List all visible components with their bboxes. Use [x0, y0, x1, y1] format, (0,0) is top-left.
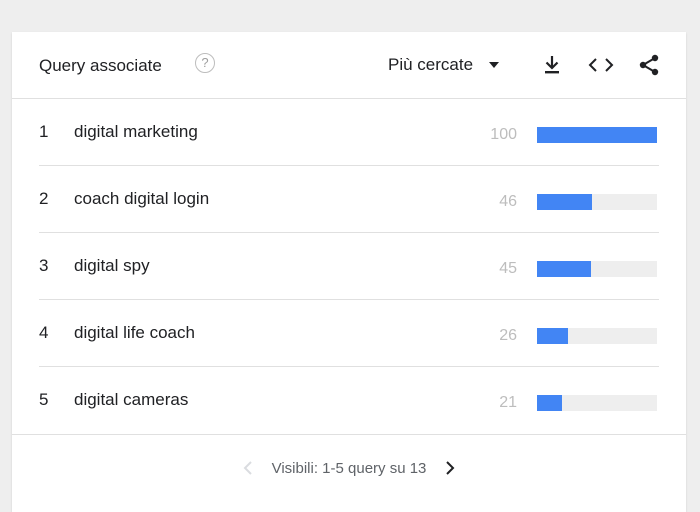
row-bar-track: [537, 261, 657, 277]
related-queries-card: Query associate ? Più cercate 1 digital …: [12, 32, 686, 512]
sort-dropdown-label: Più cercate: [388, 55, 474, 74]
card-title: Query associate: [39, 56, 162, 75]
row-query-link[interactable]: digital spy: [74, 256, 150, 276]
row-bar-fill: [537, 127, 657, 143]
pagination-label: Visibili: 1-5 query su 13: [271, 459, 427, 477]
download-icon: [545, 56, 559, 74]
row-value: 46: [499, 193, 517, 210]
table-row[interactable]: 4 digital life coach 26: [12, 300, 686, 367]
row-bar-fill: [537, 261, 591, 277]
row-value: 21: [499, 394, 517, 411]
code-embed-icon: [588, 58, 614, 72]
pagination: Visibili: 1-5 query su 13: [12, 435, 686, 501]
row-bar-track: [537, 194, 657, 210]
download-button[interactable]: [539, 52, 565, 78]
row-value: 45: [499, 260, 517, 277]
row-rank: 2: [39, 189, 49, 208]
prev-page-button[interactable]: [238, 458, 258, 478]
table-row[interactable]: 2 coach digital login 46: [12, 166, 686, 233]
help-circle-icon[interactable]: ?: [195, 53, 215, 73]
table-row[interactable]: 3 digital spy 45: [12, 233, 686, 300]
row-value: 26: [499, 327, 517, 344]
row-bar-fill: [537, 194, 593, 210]
row-query-link[interactable]: digital marketing: [74, 122, 198, 142]
next-page-button[interactable]: [440, 458, 460, 478]
chevron-right-icon: [446, 461, 455, 475]
row-query-link[interactable]: digital life coach: [74, 323, 195, 343]
row-rank: 1: [39, 122, 49, 141]
card-header: Query associate ? Più cercate: [12, 32, 686, 99]
row-query-link[interactable]: coach digital login: [74, 189, 209, 209]
row-bar-fill: [537, 328, 569, 344]
chevron-left-icon: [243, 461, 252, 475]
row-rank: 3: [39, 256, 49, 275]
table-row[interactable]: 5 digital cameras 21: [12, 367, 686, 434]
row-bar-fill: [537, 395, 563, 411]
share-icon: [639, 54, 659, 76]
caret-down-icon: [489, 62, 500, 68]
row-value: 100: [490, 126, 517, 143]
sort-dropdown[interactable]: Più cercate: [388, 48, 500, 82]
row-bar-track: [537, 127, 657, 143]
row-bar-track: [537, 395, 657, 411]
row-rank: 5: [39, 390, 49, 409]
table-row[interactable]: 1 digital marketing 100: [12, 99, 686, 166]
embed-button[interactable]: [588, 52, 614, 78]
row-bar-track: [537, 328, 657, 344]
row-rank: 4: [39, 323, 49, 342]
row-query-link[interactable]: digital cameras: [74, 390, 188, 410]
share-button[interactable]: [636, 52, 662, 78]
